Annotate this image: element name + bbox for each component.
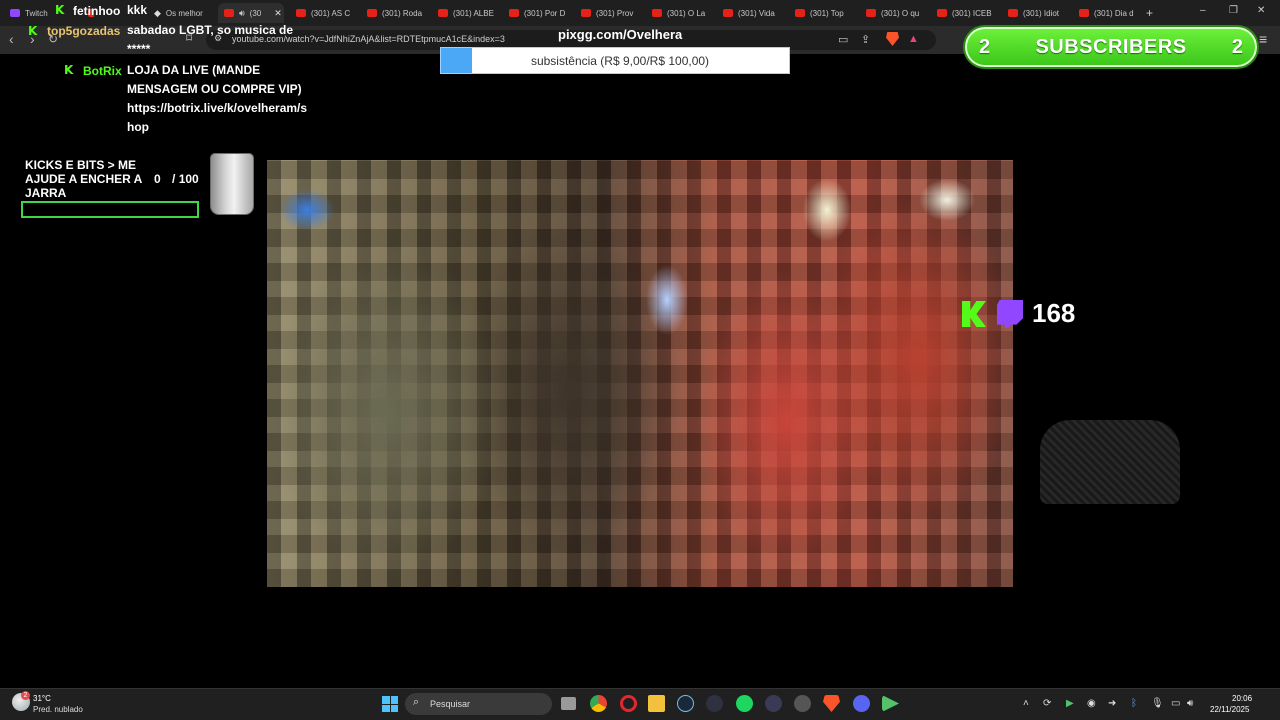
hamburger-icon[interactable]: ≡ [1259,31,1267,47]
arrow-tray-icon[interactable]: ➜ [1108,698,1116,709]
subscribers-banner: 2 SUBSCRIBERS 2 [965,27,1257,67]
jar-goal-count: 0 / 100 [154,172,199,186]
chat-username: BotRix [83,64,122,78]
video-player[interactable] [267,160,1013,587]
spotify-icon[interactable] [736,695,753,712]
tab-twitch[interactable]: Twitch [4,3,54,23]
tab[interactable]: (301) O La [646,3,712,23]
discord-icon[interactable] [853,695,870,712]
tab[interactable]: (301) O qu [860,3,926,23]
steam-icon[interactable] [677,695,694,712]
tab[interactable]: (301) ICEB [931,3,997,23]
close-tab-icon[interactable]: ✕ [274,8,282,19]
tab[interactable]: (301) ALBE [432,3,498,23]
tab[interactable]: (301) Idiot [1002,3,1068,23]
microphone-icon[interactable]: 🎙︎ [1151,698,1164,709]
clock-time[interactable]: 20:06 [1232,694,1252,703]
tab-active[interactable]: 🔊︎ (30 ✕ [218,3,284,23]
youtube-icon [652,9,662,17]
tab[interactable]: (301) Vida [717,3,783,23]
brave-rewards-icon[interactable]: ▲ [908,33,919,45]
chat-message: sabadao LGBT, so musica de ***** [127,23,294,56]
search-icon: ⌕ [413,696,420,708]
cast-icon[interactable]: ▭ [838,33,848,46]
jar-icon [210,153,254,215]
tab[interactable]: (301) AS C [290,3,356,23]
youtube-icon [937,9,947,17]
arrow-left-icon[interactable]: ‹ [9,31,14,47]
subscribers-label: SUBSCRIBERS [1035,35,1187,58]
youtube-icon [723,9,733,17]
kick-icon: K [55,3,65,17]
jar-goal-target: / 100 [172,172,199,186]
weather-desc[interactable]: Pred. nublado [33,705,83,714]
youtube-icon [296,9,306,17]
youtube-icon [367,9,377,17]
share-icon[interactable]: ⇪ [861,33,870,46]
task-view-icon[interactable] [561,697,576,710]
webcam-chair [1040,420,1180,504]
kick-icon: K [28,24,38,38]
tab-os-melhor[interactable]: ◆ Os melhor [148,3,210,23]
subscribers-count-right: 2 [1231,35,1243,58]
play-icon[interactable]: ▶ [1066,698,1074,709]
search-placeholder[interactable]: Pesquisar [430,699,470,709]
youtube-icon [581,9,591,17]
youtube-icon [1008,9,1018,17]
youtube-icon [438,9,448,17]
pix-goal-bar: subsistência (R$ 9,00/R$ 100,00) [440,47,790,74]
tab[interactable]: (301) Top [789,3,855,23]
tab[interactable]: (301) Prov [575,3,641,23]
app-icon[interactable] [706,695,723,712]
steam-tray-icon[interactable]: ◉ [1087,698,1096,709]
subscribers-count-left: 2 [979,35,991,58]
taskbar-search[interactable] [405,693,552,715]
youtube-icon [224,9,234,17]
youtube-icon [866,9,876,17]
chat-username: top5gozadas [47,24,121,38]
pix-title: pixgg.com/Ovelhera [558,27,683,42]
speaker-icon: 🔊︎ [239,7,245,18]
tab[interactable]: (301) Dia d [1073,3,1139,23]
twitch-icon [997,300,1023,328]
opera-icon[interactable] [620,695,637,712]
chevron-up-icon[interactable]: ˄ [1023,698,1029,709]
youtube-icon [509,9,519,17]
twitch-icon [10,9,20,17]
jar-goal-bar [21,201,199,218]
tab[interactable]: (301) Por D [503,3,569,23]
diamond-icon: ◆ [154,7,161,18]
pix-goal-label: subsistência (R$ 9,00/R$ 100,00) [530,53,710,68]
volume-icon[interactable]: 🔊︎ [1187,698,1193,709]
chat-message: LOJA DA LIVE (MANDE MENSAGEM OU COMPRE V… [127,63,308,134]
jar-goal-current: 0 [154,172,161,186]
weather-temp[interactable]: 31°C [33,694,51,703]
clock-date[interactable]: 22/11/2025 [1210,705,1249,714]
minimize-button[interactable]: – [1200,5,1206,16]
app-arrow-icon[interactable] [765,695,782,712]
close-window-button[interactable]: ✕ [1257,5,1265,16]
tab[interactable]: (301) Roda [361,3,427,23]
kick-icon: K [64,63,74,77]
jar-goal-title: KICKS E BITS > ME AJUDE A ENCHER A JARRA [25,158,142,200]
restore-button[interactable]: ❐ [1229,5,1238,16]
network-icon[interactable]: ▭ [1171,698,1180,709]
chrome-icon[interactable] [590,695,607,712]
chat-message: kkk [127,3,148,17]
weather-badge: 2 [21,691,30,700]
viewer-count: 168 [1032,298,1076,328]
app-gear-icon[interactable] [794,695,811,712]
bluetooth-icon[interactable]: ᛒ [1131,698,1137,709]
file-explorer-icon[interactable] [648,695,665,712]
youtube-icon [795,9,805,17]
windows-start-icon[interactable] [382,696,398,712]
chat-username: fetinhoo [73,4,121,18]
sync-icon[interactable]: ⟳ [1043,698,1051,709]
new-tab-button[interactable]: + [1146,6,1153,20]
youtube-icon [1079,9,1089,17]
